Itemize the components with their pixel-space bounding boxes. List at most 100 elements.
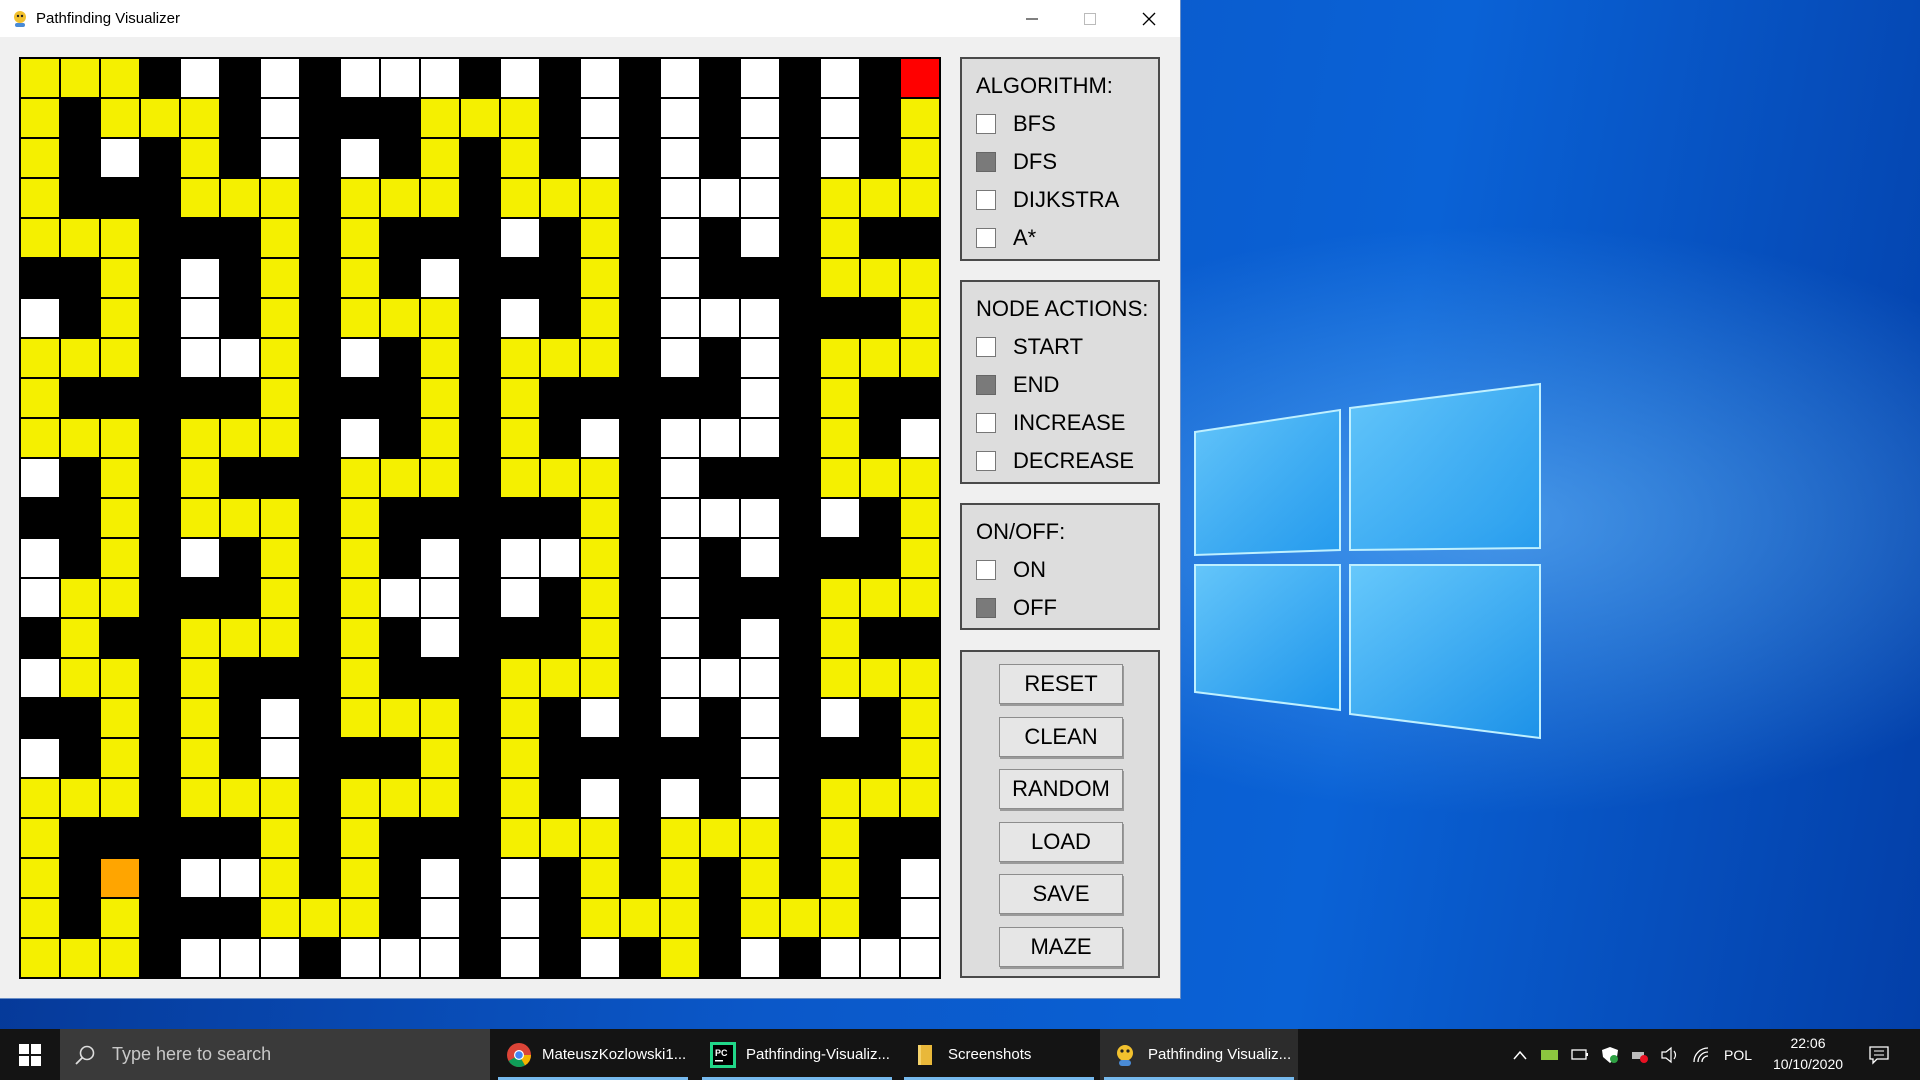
wall-cell[interactable] <box>620 658 660 698</box>
visited-cell[interactable] <box>260 498 300 538</box>
wall-cell[interactable] <box>140 58 180 98</box>
checkbox[interactable] <box>976 152 996 172</box>
wall-cell[interactable] <box>20 698 60 738</box>
visited-cell[interactable] <box>580 258 620 298</box>
wall-cell[interactable] <box>780 818 820 858</box>
empty-cell[interactable] <box>580 418 620 458</box>
wall-cell[interactable] <box>220 898 260 938</box>
visited-cell[interactable] <box>900 578 940 618</box>
visited-cell[interactable] <box>100 218 140 258</box>
wall-cell[interactable] <box>860 698 900 738</box>
wall-cell[interactable] <box>780 258 820 298</box>
visited-cell[interactable] <box>740 898 780 938</box>
visited-cell[interactable] <box>100 738 140 778</box>
wall-cell[interactable] <box>300 578 340 618</box>
empty-cell[interactable] <box>260 938 300 978</box>
empty-cell[interactable] <box>420 538 460 578</box>
visited-cell[interactable] <box>420 298 460 338</box>
empty-cell[interactable] <box>820 98 860 138</box>
empty-cell[interactable] <box>500 898 540 938</box>
wall-cell[interactable] <box>300 818 340 858</box>
wall-cell[interactable] <box>140 858 180 898</box>
wall-cell[interactable] <box>540 578 580 618</box>
node-action-option-decrease[interactable]: DECREASE <box>976 448 1134 474</box>
taskbar-item-pathfinding-visualizer[interactable]: Pathfinding Visualiz... <box>1100 1029 1298 1080</box>
clean-button[interactable]: CLEAN <box>999 716 1123 757</box>
wall-cell[interactable] <box>300 498 340 538</box>
empty-cell[interactable] <box>180 298 220 338</box>
visited-cell[interactable] <box>260 578 300 618</box>
visited-cell[interactable] <box>180 98 220 138</box>
wall-cell[interactable] <box>780 178 820 218</box>
visited-cell[interactable] <box>540 458 580 498</box>
empty-cell[interactable] <box>740 938 780 978</box>
visited-cell[interactable] <box>660 858 700 898</box>
visited-cell[interactable] <box>580 298 620 338</box>
visited-cell[interactable] <box>180 778 220 818</box>
empty-cell[interactable] <box>340 58 380 98</box>
empty-cell[interactable] <box>740 698 780 738</box>
visited-cell[interactable] <box>900 538 940 578</box>
minimize-button[interactable] <box>1003 0 1061 37</box>
visited-cell[interactable] <box>580 338 620 378</box>
visited-cell[interactable] <box>20 938 60 978</box>
wall-cell[interactable] <box>300 738 340 778</box>
empty-cell[interactable] <box>740 378 780 418</box>
visited-cell[interactable] <box>100 338 140 378</box>
wall-cell[interactable] <box>540 498 580 538</box>
wall-cell[interactable] <box>860 98 900 138</box>
visited-cell[interactable] <box>180 458 220 498</box>
visited-cell[interactable] <box>500 818 540 858</box>
wall-cell[interactable] <box>700 618 740 658</box>
wall-cell[interactable] <box>460 858 500 898</box>
empty-cell[interactable] <box>660 458 700 498</box>
empty-cell[interactable] <box>820 58 860 98</box>
wall-cell[interactable] <box>460 298 500 338</box>
empty-cell[interactable] <box>340 418 380 458</box>
empty-cell[interactable] <box>700 178 740 218</box>
visited-cell[interactable] <box>260 378 300 418</box>
wall-cell[interactable] <box>60 458 100 498</box>
wall-cell[interactable] <box>460 778 500 818</box>
empty-cell[interactable] <box>500 298 540 338</box>
empty-cell[interactable] <box>180 58 220 98</box>
wall-cell[interactable] <box>900 618 940 658</box>
empty-cell[interactable] <box>580 778 620 818</box>
algorithm-option-dijkstra[interactable]: DIJKSTRA <box>976 187 1119 213</box>
wall-cell[interactable] <box>540 618 580 658</box>
wall-cell[interactable] <box>260 458 300 498</box>
visited-cell[interactable] <box>900 498 940 538</box>
empty-cell[interactable] <box>260 58 300 98</box>
wall-cell[interactable] <box>300 778 340 818</box>
visited-cell[interactable] <box>20 218 60 258</box>
wall-cell[interactable] <box>460 818 500 858</box>
wall-cell[interactable] <box>700 578 740 618</box>
wall-cell[interactable] <box>140 498 180 538</box>
wall-cell[interactable] <box>660 378 700 418</box>
wall-cell[interactable] <box>140 178 180 218</box>
wall-cell[interactable] <box>540 138 580 178</box>
visited-cell[interactable] <box>60 618 100 658</box>
visited-cell[interactable] <box>260 418 300 458</box>
wall-cell[interactable] <box>620 618 660 658</box>
visited-cell[interactable] <box>100 778 140 818</box>
visited-cell[interactable] <box>420 418 460 458</box>
wall-cell[interactable] <box>380 898 420 938</box>
wall-cell[interactable] <box>780 218 820 258</box>
visited-cell[interactable] <box>60 578 100 618</box>
visited-cell[interactable] <box>900 738 940 778</box>
visited-cell[interactable] <box>340 178 380 218</box>
wall-cell[interactable] <box>300 138 340 178</box>
visited-cell[interactable] <box>340 778 380 818</box>
wall-cell[interactable] <box>100 618 140 658</box>
wall-cell[interactable] <box>380 98 420 138</box>
wall-cell[interactable] <box>820 538 860 578</box>
wall-cell[interactable] <box>140 298 180 338</box>
visited-cell[interactable] <box>100 898 140 938</box>
wall-cell[interactable] <box>620 138 660 178</box>
wall-cell[interactable] <box>380 498 420 538</box>
empty-cell[interactable] <box>580 938 620 978</box>
wall-cell[interactable] <box>60 818 100 858</box>
empty-cell[interactable] <box>900 858 940 898</box>
empty-cell[interactable] <box>740 538 780 578</box>
